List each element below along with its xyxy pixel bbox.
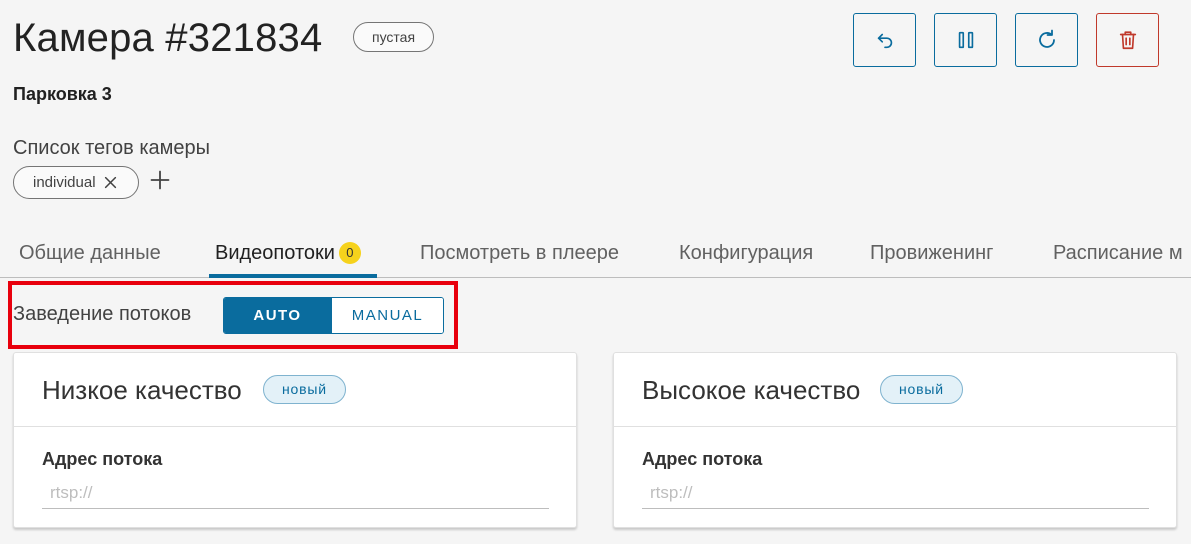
mode-manual-button[interactable]: MANUAL <box>331 298 443 333</box>
undo-button[interactable] <box>853 13 916 67</box>
delete-button[interactable] <box>1096 13 1159 67</box>
tab-video-streams[interactable]: Видеопотоки 0 <box>215 242 361 265</box>
status-badge: пустая <box>353 22 435 52</box>
undo-icon <box>877 33 892 49</box>
status-badge: новый <box>880 375 963 404</box>
plus-icon <box>150 170 170 190</box>
count-badge: 0 <box>338 242 361 264</box>
tag-chip: individual <box>13 166 139 199</box>
card-title: Высокое качество <box>642 375 861 405</box>
mode-auto-button[interactable]: AUTO <box>224 298 331 333</box>
high-quality-card: Высокое качество новый Адрес потока <box>613 352 1177 528</box>
refresh-button[interactable] <box>1015 13 1078 67</box>
tab-schedule[interactable]: Расписание м <box>1053 242 1183 265</box>
card-title: Низкое качество <box>42 375 242 405</box>
tab-configuration[interactable]: Конфигурация <box>679 242 813 265</box>
active-tab-indicator <box>209 274 377 278</box>
status-badge: новый <box>263 375 346 404</box>
action-toolbar <box>853 13 1159 67</box>
field-label: Адрес потока <box>42 449 163 469</box>
streams-mode-toggle: AUTO MANUAL <box>223 297 444 334</box>
tag-chip-label: individual <box>33 174 96 191</box>
pause-button[interactable] <box>934 13 997 67</box>
field-label: Адрес потока <box>642 449 763 469</box>
streams-mode-label: Заведение потоков <box>13 303 192 325</box>
tab-provisioning[interactable]: Провиженинг <box>870 242 993 265</box>
low-quality-card: Низкое качество новый Адрес потока <box>13 352 577 528</box>
trash-icon <box>1119 31 1136 50</box>
camera-location: Парковка 3 <box>13 84 112 104</box>
tags-label: Список тегов камеры <box>13 137 211 159</box>
tab-general[interactable]: Общие данные <box>19 242 161 265</box>
stream-url-input[interactable] <box>642 477 1149 509</box>
add-tag-button[interactable] <box>150 170 170 195</box>
tab-player[interactable]: Посмотреть в плеере <box>420 242 619 265</box>
card-header: Низкое качество новый <box>14 353 576 427</box>
pause-icon <box>958 31 973 49</box>
card-header: Высокое качество новый <box>614 353 1176 427</box>
page-title: Камера #321834 <box>13 16 323 60</box>
tab-bar: Общие данные Видеопотоки 0 Посмотреть в п… <box>0 230 1191 278</box>
refresh-icon <box>1038 29 1055 48</box>
close-icon[interactable] <box>104 176 117 189</box>
stream-url-input[interactable] <box>42 477 549 509</box>
tab-video-streams-label: Видеопотоки <box>215 242 335 264</box>
